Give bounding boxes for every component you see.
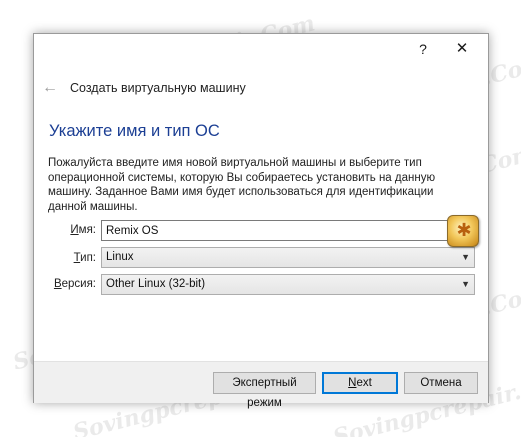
page-heading: Укажите имя и тип ОС (49, 122, 220, 140)
page-description: Пожалуйста введите имя новой виртуальной… (48, 157, 436, 213)
name-label-mnemonic: И (70, 224, 79, 236)
expert-mode-button[interactable]: Экспертный режим (213, 372, 316, 409)
version-label-mnemonic: В (53, 278, 62, 290)
next-label: ext (356, 377, 372, 389)
create-vm-dialog: ? ✕ ← Создать виртуальную машину Укажите… (33, 33, 489, 403)
linux-os-icon: ✱ (447, 215, 479, 247)
version-select[interactable]: Other Linux (32-bit) ▼ (101, 274, 475, 295)
back-arrow-icon[interactable]: ← (42, 80, 58, 96)
name-input[interactable] (101, 220, 475, 241)
version-select-value: Other Linux (32-bit) (106, 278, 206, 290)
os-star-glyph: ✱ (456, 220, 472, 240)
wizard-title: Создать виртуальную машину (70, 81, 246, 95)
version-label-text: ерсия: (61, 278, 96, 290)
type-label: Тип: (48, 252, 96, 264)
cancel-button[interactable]: Отмена (404, 372, 478, 394)
screenshot-canvas: Sovingpcrepair.Com Sovingpcrepair.Com So… (0, 0, 521, 437)
chevron-down-icon: ▼ (461, 279, 470, 289)
name-label-text: мя: (78, 224, 96, 236)
help-button[interactable]: ? (415, 42, 431, 56)
close-button[interactable]: ✕ (454, 41, 470, 56)
type-label-text: ип: (80, 252, 96, 264)
type-select[interactable]: Linux ▼ (101, 247, 475, 268)
version-label: Версия: (48, 278, 96, 290)
chevron-down-icon: ▼ (461, 252, 470, 262)
name-label: Имя: (48, 224, 96, 236)
next-button[interactable]: Next (322, 372, 398, 394)
type-select-value: Linux (106, 251, 134, 263)
